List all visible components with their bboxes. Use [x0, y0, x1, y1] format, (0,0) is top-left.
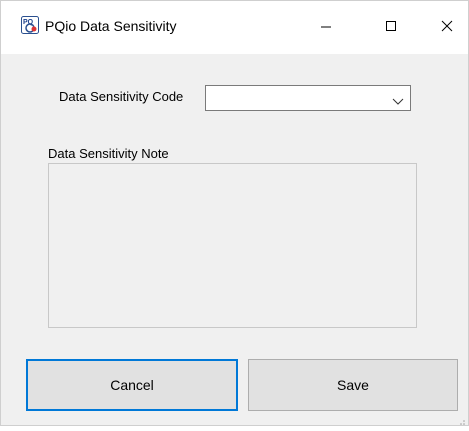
cancel-button[interactable]: Cancel: [26, 359, 238, 411]
app-icon: PQ: [21, 16, 39, 34]
minimize-button[interactable]: [303, 1, 349, 54]
sensitivity-note-textarea[interactable]: [48, 163, 417, 328]
close-icon: [441, 19, 453, 37]
window-title: PQio Data Sensitivity: [45, 18, 177, 34]
title-bar[interactable]: PQ PQio Data Sensitivity: [1, 1, 468, 54]
dialog-window: PQ PQio Data Sensitivity Data Sensitivit…: [0, 0, 469, 426]
chevron-down-icon[interactable]: [392, 94, 404, 105]
maximize-button[interactable]: [368, 1, 414, 54]
maximize-icon: [385, 19, 397, 37]
sensitivity-code-dropdown[interactable]: [205, 85, 411, 111]
minimize-icon: [320, 19, 332, 37]
resize-grip-icon[interactable]: [456, 413, 466, 425]
sensitivity-code-label: Data Sensitivity Code: [59, 89, 184, 104]
sensitivity-note-label: Data Sensitivity Note: [48, 146, 169, 161]
close-button[interactable]: [424, 1, 469, 54]
save-button[interactable]: Save: [248, 359, 458, 411]
